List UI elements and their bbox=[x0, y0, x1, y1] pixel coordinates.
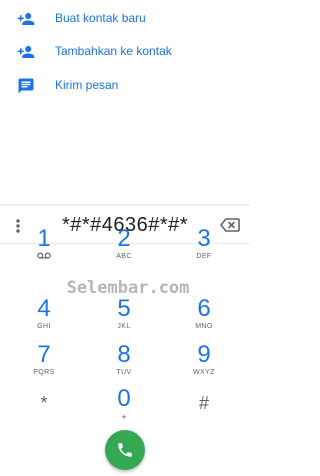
key-2[interactable]: 2 ABC bbox=[94, 226, 154, 272]
send-message-action[interactable]: Kirim pesan bbox=[0, 69, 250, 102]
key-3[interactable]: 3 DEF bbox=[174, 226, 234, 272]
key-digit: 2 bbox=[117, 225, 131, 252]
key-digit: 4 bbox=[37, 295, 51, 322]
call-button[interactable] bbox=[105, 430, 145, 470]
voicemail-icon bbox=[14, 252, 74, 263]
key-letters: MNO bbox=[195, 323, 213, 330]
key-1[interactable]: 1 bbox=[14, 226, 74, 272]
key-4[interactable]: 4 GHI bbox=[14, 296, 74, 342]
create-new-contact-label: Buat kontak baru bbox=[55, 11, 146, 25]
key-digit: 9 bbox=[197, 341, 211, 368]
key-0[interactable]: 0 + bbox=[94, 386, 154, 432]
key-letters: TUV bbox=[116, 369, 132, 376]
key-letters: ABC bbox=[116, 253, 132, 260]
key-letters: PQRS bbox=[33, 369, 55, 376]
panel-shadow bbox=[0, 204, 250, 207]
add-person-icon bbox=[17, 10, 35, 28]
key-symbol: # bbox=[198, 393, 209, 413]
add-to-contact-action[interactable]: Tambahkan ke kontak bbox=[0, 35, 250, 68]
key-5[interactable]: 5 JKL bbox=[94, 296, 154, 342]
key-digit: 5 bbox=[117, 295, 131, 322]
key-hash[interactable]: # bbox=[174, 386, 234, 432]
key-letters: DEF bbox=[196, 253, 212, 260]
key-digit: 8 bbox=[117, 341, 131, 368]
key-letters: WXYZ bbox=[193, 369, 215, 376]
key-9[interactable]: 9 WXYZ bbox=[174, 342, 234, 388]
key-digit: 6 bbox=[197, 295, 211, 322]
add-to-contact-label: Tambahkan ke kontak bbox=[55, 44, 172, 58]
key-star[interactable]: * bbox=[14, 386, 74, 432]
key-8[interactable]: 8 TUV bbox=[94, 342, 154, 388]
key-digit: 7 bbox=[37, 341, 51, 368]
add-person-icon bbox=[17, 43, 35, 61]
key-digit: 1 bbox=[37, 225, 51, 252]
message-icon bbox=[17, 77, 35, 95]
create-new-contact-action[interactable]: Buat kontak baru bbox=[0, 2, 250, 35]
key-digit: 0 bbox=[117, 385, 131, 412]
key-letters: JKL bbox=[117, 323, 131, 330]
key-digit: 3 bbox=[197, 225, 211, 252]
key-7[interactable]: 7 PQRS bbox=[14, 342, 74, 388]
key-symbol: * bbox=[40, 393, 48, 413]
send-message-label: Kirim pesan bbox=[55, 78, 119, 92]
key-6[interactable]: 6 MNO bbox=[174, 296, 234, 342]
key-letters: GHI bbox=[37, 323, 51, 330]
phone-icon bbox=[118, 443, 132, 457]
key-letters: + bbox=[121, 412, 127, 422]
